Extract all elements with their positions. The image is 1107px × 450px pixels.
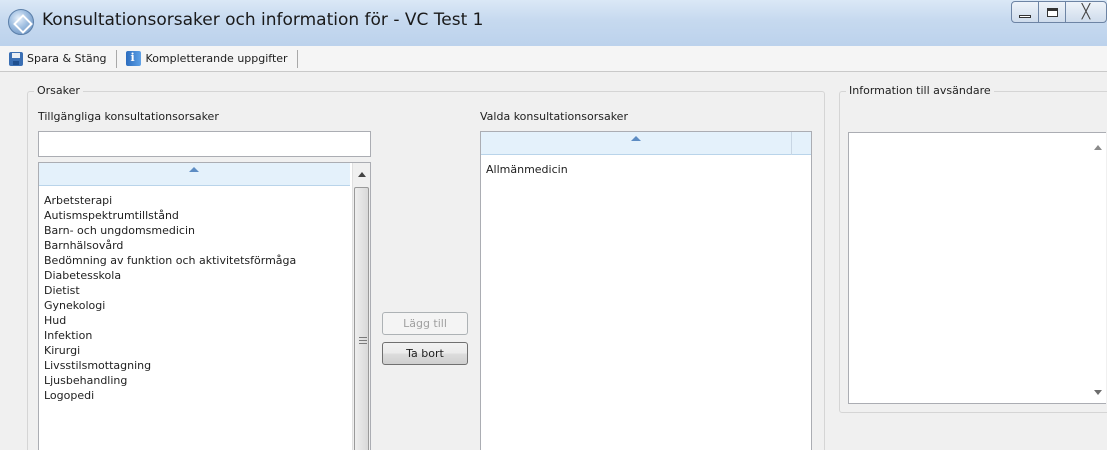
info-scrollbar[interactable]: [1089, 133, 1106, 403]
scroll-thumb[interactable]: [354, 187, 369, 450]
window-controls: ╳: [1011, 0, 1107, 26]
selected-reasons-list[interactable]: Allmänmedicin: [480, 131, 812, 450]
minimize-icon: [1019, 14, 1031, 18]
minimize-button[interactable]: [1011, 1, 1039, 23]
scroll-up-icon[interactable]: [1094, 145, 1102, 150]
save-close-button[interactable]: Spara & Stäng: [5, 48, 111, 70]
available-reason-item[interactable]: Arbetsterapi: [44, 193, 296, 208]
available-reason-item[interactable]: Barn- och ungdomsmedicin: [44, 223, 296, 238]
maximize-icon: [1046, 7, 1058, 17]
info-book-icon: [125, 51, 141, 66]
scroll-up-icon[interactable]: [358, 172, 366, 177]
sort-ascending-icon: [189, 167, 199, 172]
app-icon: [8, 9, 34, 35]
available-items: Arbetsterapi Autismspektrumtillstånd Barn-…: [44, 193, 296, 403]
available-filter-input[interactable]: [38, 131, 371, 157]
maximize-button[interactable]: [1038, 1, 1066, 23]
add-button[interactable]: Lägg till: [382, 312, 468, 335]
available-reason-item[interactable]: Livsstilsmottagning: [44, 358, 296, 373]
selected-sort-header[interactable]: [481, 132, 811, 155]
available-reason-item[interactable]: Hud: [44, 313, 296, 328]
additional-info-button[interactable]: Kompletterande uppgifter: [122, 48, 292, 70]
sort-ascending-icon: [631, 136, 641, 141]
toolbar-separator: [115, 49, 117, 68]
toolbar: Spara & Stäng Kompletterande uppgifter: [0, 46, 1107, 72]
available-reason-item[interactable]: Logopedi: [44, 388, 296, 403]
scroll-grip: [359, 343, 367, 344]
available-reason-item[interactable]: Kirurgi: [44, 343, 296, 358]
close-icon: ╳: [1081, 4, 1091, 20]
selected-reason-item[interactable]: Allmänmedicin: [486, 162, 568, 177]
info-group-title: Information till avsändare: [846, 84, 994, 97]
available-reason-item[interactable]: Bedömning av funktion och aktivitetsförm…: [44, 253, 296, 268]
available-sort-header[interactable]: [39, 163, 350, 186]
save-icon: [9, 51, 23, 66]
available-reason-item[interactable]: Diabetesskola: [44, 268, 296, 283]
scroll-down-icon[interactable]: [1094, 390, 1102, 395]
available-reason-item[interactable]: Infektion: [44, 328, 296, 343]
available-reasons-list[interactable]: Arbetsterapi Autismspektrumtillstånd Barn-…: [38, 162, 371, 450]
save-close-label: Spara & Stäng: [27, 52, 107, 65]
available-reason-item[interactable]: Barnhälsovård: [44, 238, 296, 253]
info-textarea[interactable]: [848, 132, 1106, 404]
available-scrollbar[interactable]: [352, 163, 370, 450]
title-bar: Konsultationsorsaker och information för…: [0, 0, 1107, 46]
header-separator: [791, 132, 792, 155]
available-reasons-label: Tillgängliga konsultationsorsaker: [38, 110, 219, 123]
available-reason-item[interactable]: Autismspektrumtillstånd: [44, 208, 296, 223]
remove-button[interactable]: Ta bort: [382, 342, 468, 365]
selected-reasons-label: Valda konsultationsorsaker: [480, 110, 628, 123]
close-button[interactable]: ╳: [1065, 1, 1107, 23]
additional-info-label: Kompletterande uppgifter: [145, 52, 288, 65]
scroll-grip: [359, 340, 367, 341]
toolbar-separator: [296, 49, 298, 68]
scroll-grip: [359, 337, 367, 338]
available-reason-item[interactable]: Ljusbehandling: [44, 373, 296, 388]
available-reason-item[interactable]: Gynekologi: [44, 298, 296, 313]
selected-items: Allmänmedicin: [486, 162, 568, 177]
available-reason-item[interactable]: Dietist: [44, 283, 296, 298]
window-title: Konsultationsorsaker och information för…: [42, 10, 484, 30]
reasons-group-title: Orsaker: [34, 84, 83, 97]
